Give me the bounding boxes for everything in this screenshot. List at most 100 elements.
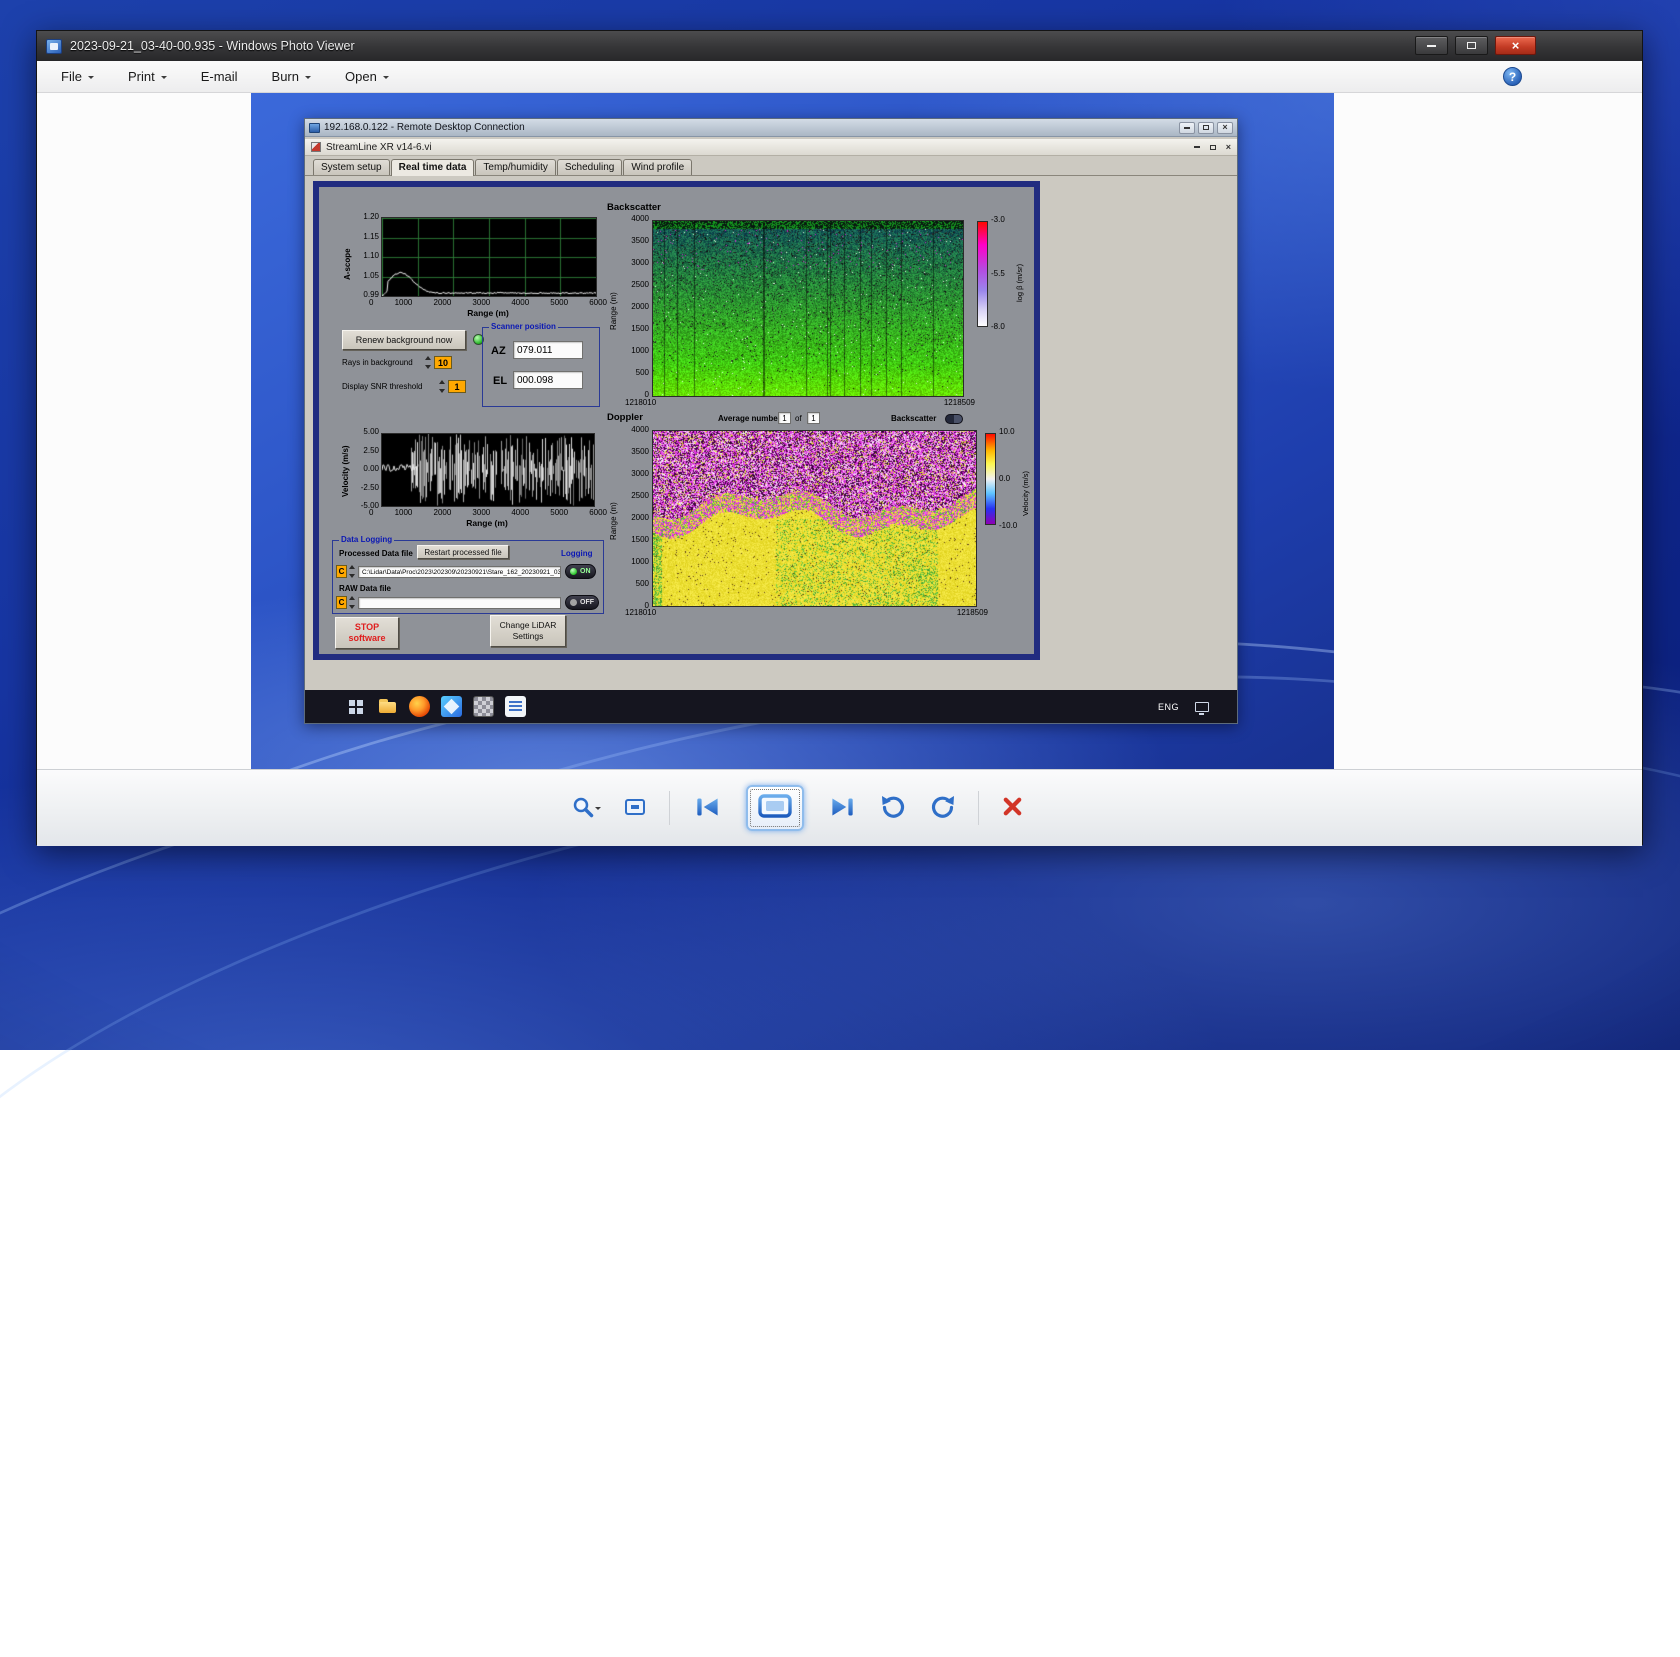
tab-scheduling[interactable]: Scheduling [557, 159, 622, 175]
photos-icon[interactable] [441, 696, 462, 717]
text-editor-icon[interactable] [505, 696, 526, 717]
task-view-icon[interactable] [345, 696, 366, 717]
tick-label: 3000 [472, 298, 490, 307]
actual-size-icon [623, 795, 647, 822]
tick-label: 6000 [589, 298, 607, 307]
maximize-icon [1203, 125, 1209, 130]
tab-temp-humidity[interactable]: Temp/humidity [475, 159, 555, 175]
doppler-colorbar-label: Velocity (m/s) [1021, 447, 1030, 539]
rdp-maximize-button[interactable] [1198, 122, 1214, 134]
minimize-icon [1427, 45, 1436, 47]
language-indicator[interactable]: ENG [1158, 702, 1179, 712]
tick-label: 2500 [631, 281, 649, 289]
tick-label: 500 [636, 369, 649, 377]
tick-label: 3500 [631, 448, 649, 456]
menu-open[interactable]: Open [345, 69, 389, 84]
renew-background-button[interactable]: Renew background now [342, 330, 466, 350]
tick-label: 1000 [631, 347, 649, 355]
app-titlebar: StreamLine XR v14-6.vi × [305, 139, 1237, 156]
stop-software-button[interactable]: STOP software [335, 617, 399, 649]
menu-item-label: E-mail [201, 69, 238, 84]
snr-threshold-field[interactable]: 1 [448, 380, 466, 393]
raw-path-spinner[interactable] [349, 596, 356, 609]
menu-file[interactable]: File [61, 69, 94, 84]
scanner-position-group: Scanner position AZ 079.011 EL 000.098 [482, 327, 600, 407]
rdp-close-button[interactable]: × [1217, 122, 1233, 134]
tab-system-setup[interactable]: System setup [313, 159, 390, 175]
tab-real-time-data[interactable]: Real time data [391, 159, 475, 176]
processed-logging-toggle[interactable]: ON [565, 564, 596, 579]
tick-label: 3500 [631, 237, 649, 245]
change-button-line2: Settings [513, 631, 544, 642]
rays-in-background-field[interactable]: 10 [434, 356, 452, 369]
menu-print[interactable]: Print [128, 69, 167, 84]
previous-button[interactable] [692, 791, 724, 826]
rotate-clockwise-button[interactable] [929, 793, 956, 823]
close-button[interactable]: × [1495, 36, 1536, 55]
rdp-minimize-button[interactable] [1179, 122, 1195, 134]
raw-path-field[interactable] [358, 597, 561, 609]
snr-spinner[interactable] [439, 380, 446, 393]
actual-size-button[interactable] [623, 795, 647, 822]
file-explorer-icon[interactable] [377, 696, 398, 717]
maximize-button[interactable] [1455, 36, 1488, 55]
close-icon[interactable]: × [1226, 143, 1231, 152]
viewer-content: 192.168.0.122 - Remote Desktop Connectio… [37, 93, 1642, 769]
display-snr-threshold-label: Display SNR threshold [342, 382, 422, 391]
tick-label: 5.00 [363, 428, 379, 436]
ascope-xticks: 0100020003000400050006000 [369, 298, 607, 307]
average-number-field[interactable]: 1 [778, 412, 791, 424]
delete-icon [1001, 795, 1024, 821]
tick-label: 5000 [550, 298, 568, 307]
raw-drive-box[interactable]: C [336, 596, 347, 609]
capture-tool-icon[interactable] [473, 696, 494, 717]
next-button[interactable] [826, 791, 858, 826]
close-icon: × [1222, 123, 1227, 132]
backscatter-colorbar-label: log β (m/sr) [1015, 237, 1024, 329]
az-label: AZ [491, 345, 506, 357]
monitor-icon[interactable] [1195, 702, 1209, 712]
previous-icon [692, 791, 724, 826]
menu-e-mail[interactable]: E-mail [201, 69, 238, 84]
delete-button[interactable] [1001, 795, 1024, 821]
average-of-label: of [795, 414, 802, 423]
firefox-icon[interactable] [409, 696, 430, 717]
minimize-button[interactable] [1415, 36, 1448, 55]
restore-icon[interactable] [1210, 145, 1216, 150]
raw-logging-toggle[interactable]: OFF [565, 595, 599, 610]
tick-label: 4000 [631, 215, 649, 223]
realtime-panel: A-scope 1.201.151.101.050.99 01000200030… [313, 181, 1040, 660]
toolbar-controls [0, 770, 1600, 846]
menu-burn[interactable]: Burn [272, 69, 311, 84]
help-icon[interactable]: ? [1503, 67, 1522, 86]
tick-label: -3.0 [991, 216, 1005, 224]
stop-button-line2: software [348, 633, 385, 644]
restart-processed-file-button[interactable]: Restart processed file [417, 545, 509, 559]
menu-item-label: Open [345, 69, 377, 84]
minimize-icon[interactable] [1194, 146, 1200, 148]
doppler-section-label: Doppler [607, 412, 643, 423]
ascope-ylabel: A-scope [343, 229, 352, 299]
el-field[interactable]: 000.098 [513, 371, 583, 389]
processed-path-spinner[interactable] [349, 565, 356, 578]
chevron-down-icon [161, 76, 167, 82]
tick-label: 0 [369, 298, 373, 307]
displayed-photo: 192.168.0.122 - Remote Desktop Connectio… [251, 93, 1334, 769]
rdp-window-controls: × [1179, 122, 1233, 134]
tick-label: 0.0 [999, 475, 1017, 483]
az-field[interactable]: 079.011 [513, 341, 583, 359]
backscatter-display-toggle[interactable] [945, 414, 963, 424]
photo-viewer-icon [46, 39, 62, 54]
slideshow-icon [757, 793, 793, 824]
zoom-button[interactable] [571, 795, 601, 822]
processed-path-field[interactable]: C:\Lidar\Data\Proc\2023\202309\20230921\… [358, 566, 561, 578]
tab-wind-profile[interactable]: Wind profile [623, 159, 692, 175]
slideshow-button[interactable] [746, 785, 804, 831]
processed-drive-box[interactable]: C [336, 565, 347, 578]
toggle-state-label: OFF [580, 599, 594, 606]
rotate-counterclockwise-button[interactable] [880, 793, 907, 823]
change-lidar-settings-button[interactable]: Change LiDAR Settings [490, 615, 566, 647]
toggle-state-label: ON [580, 568, 591, 575]
average-count-field[interactable]: 1 [807, 412, 820, 424]
rays-spinner[interactable] [425, 356, 432, 369]
